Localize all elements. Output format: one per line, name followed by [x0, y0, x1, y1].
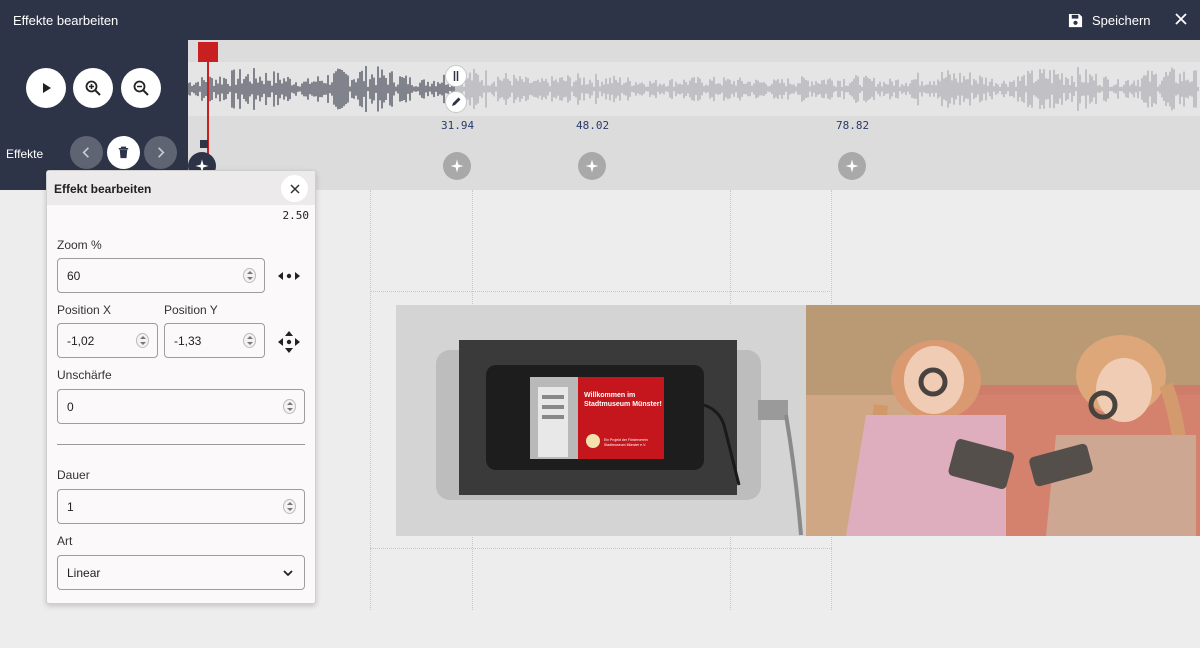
add-effect-button[interactable]	[443, 152, 471, 180]
panel-close-button[interactable]	[281, 175, 308, 202]
zoom-in-button[interactable]	[73, 68, 113, 108]
effects-label: Effekte	[6, 147, 44, 161]
zoom-out-button[interactable]	[121, 68, 161, 108]
marker-time-label: 48.02	[576, 119, 610, 132]
sparkle-icon	[585, 159, 599, 173]
screen-small-line: Stadtmuseum Münster e.V.	[604, 443, 647, 447]
position-y-label: Position Y	[164, 303, 218, 317]
edit-marker-button[interactable]	[445, 91, 467, 113]
screen-line: Willkommen im	[584, 392, 636, 399]
save-button[interactable]: Speichern	[1068, 10, 1151, 30]
add-effect-button[interactable]	[578, 152, 606, 180]
edit-effect-panel: Effekt bearbeiten 2.50 Zoom % 60 Positio…	[46, 170, 316, 604]
position-y-value: -1,33	[174, 334, 202, 348]
save-label: Speichern	[1092, 12, 1151, 28]
position-x-spinner[interactable]	[136, 333, 149, 348]
chevron-left-icon	[82, 147, 89, 158]
pencil-icon	[452, 97, 461, 106]
previous-effect-button[interactable]	[70, 136, 103, 169]
guide-line	[370, 190, 371, 610]
close-icon	[289, 183, 300, 194]
screen-small-text: Ein Projekt der Förderverein Stadtmuseum…	[604, 438, 648, 448]
zoom-label: Zoom %	[57, 238, 102, 252]
horizontal-arrows-icon[interactable]	[277, 264, 301, 288]
zoom-in-icon	[85, 80, 101, 96]
zoom-out-icon	[133, 80, 149, 96]
type-value: Linear	[67, 566, 101, 580]
blur-spinner[interactable]	[283, 399, 296, 414]
duration-value: 1	[67, 500, 74, 514]
blur-input[interactable]: 0	[57, 389, 305, 424]
position-x-value: -1,02	[67, 334, 95, 348]
guide-line	[370, 291, 832, 292]
screen-line: Stadtmuseum Münster!	[584, 401, 662, 408]
screen-welcome-text: Willkommen im Stadtmuseum Münster!	[584, 391, 662, 409]
preview-image-visitors	[806, 305, 1200, 536]
divider	[57, 444, 305, 445]
sparkle-icon	[450, 159, 464, 173]
delete-effect-button[interactable]	[107, 136, 140, 169]
zoom-input[interactable]: 60	[57, 258, 265, 293]
playhead-marker	[200, 140, 208, 148]
blur-label: Unschärfe	[57, 368, 112, 382]
position-y-input[interactable]: -1,33	[164, 323, 265, 358]
next-effect-button[interactable]	[144, 136, 177, 169]
type-label: Art	[57, 534, 73, 548]
position-x-label: Position X	[57, 303, 112, 317]
zoom-spinner[interactable]	[243, 268, 256, 283]
add-effect-button[interactable]	[838, 152, 866, 180]
pause-bars-icon	[453, 71, 459, 81]
sparkle-icon	[845, 159, 859, 173]
chevron-right-icon	[158, 147, 165, 158]
blur-value: 0	[67, 400, 74, 414]
guide-line	[370, 548, 832, 549]
floppy-disk-icon	[1068, 13, 1083, 27]
timeline[interactable]: 31.94 48.02 78.82	[188, 40, 1200, 190]
page-title: Effekte bearbeiten	[13, 13, 119, 28]
move-arrows-icon[interactable]	[277, 330, 301, 354]
preview-image-device: Willkommen im Stadtmuseum Münster! Ein P…	[396, 305, 806, 536]
playhead-handle[interactable]	[198, 42, 218, 62]
effect-time: 2.50	[282, 209, 310, 222]
trash-icon	[118, 146, 129, 159]
zoom-value: 60	[67, 269, 81, 283]
playback-controls: Effekte	[0, 40, 188, 190]
play-button[interactable]	[26, 68, 66, 108]
split-marker-button[interactable]	[445, 65, 467, 87]
panel-header: Effekt bearbeiten	[47, 171, 315, 205]
audio-waveform[interactable]	[188, 62, 1200, 116]
position-x-input[interactable]: -1,02	[57, 323, 158, 358]
close-icon[interactable]	[1173, 11, 1189, 27]
playhead-line	[207, 62, 209, 166]
duration-label: Dauer	[57, 468, 90, 482]
marker-time-label: 31.94	[441, 119, 475, 132]
type-select[interactable]: Linear	[57, 555, 305, 590]
chevron-down-icon	[283, 570, 293, 577]
position-y-spinner[interactable]	[243, 333, 256, 348]
title-bar: Effekte bearbeiten Speichern	[0, 0, 1200, 40]
duration-input[interactable]: 1	[57, 489, 305, 524]
play-icon	[43, 83, 51, 93]
duration-spinner[interactable]	[283, 499, 296, 514]
panel-title: Effekt bearbeiten	[54, 182, 152, 196]
marker-time-label: 78.82	[836, 119, 870, 132]
